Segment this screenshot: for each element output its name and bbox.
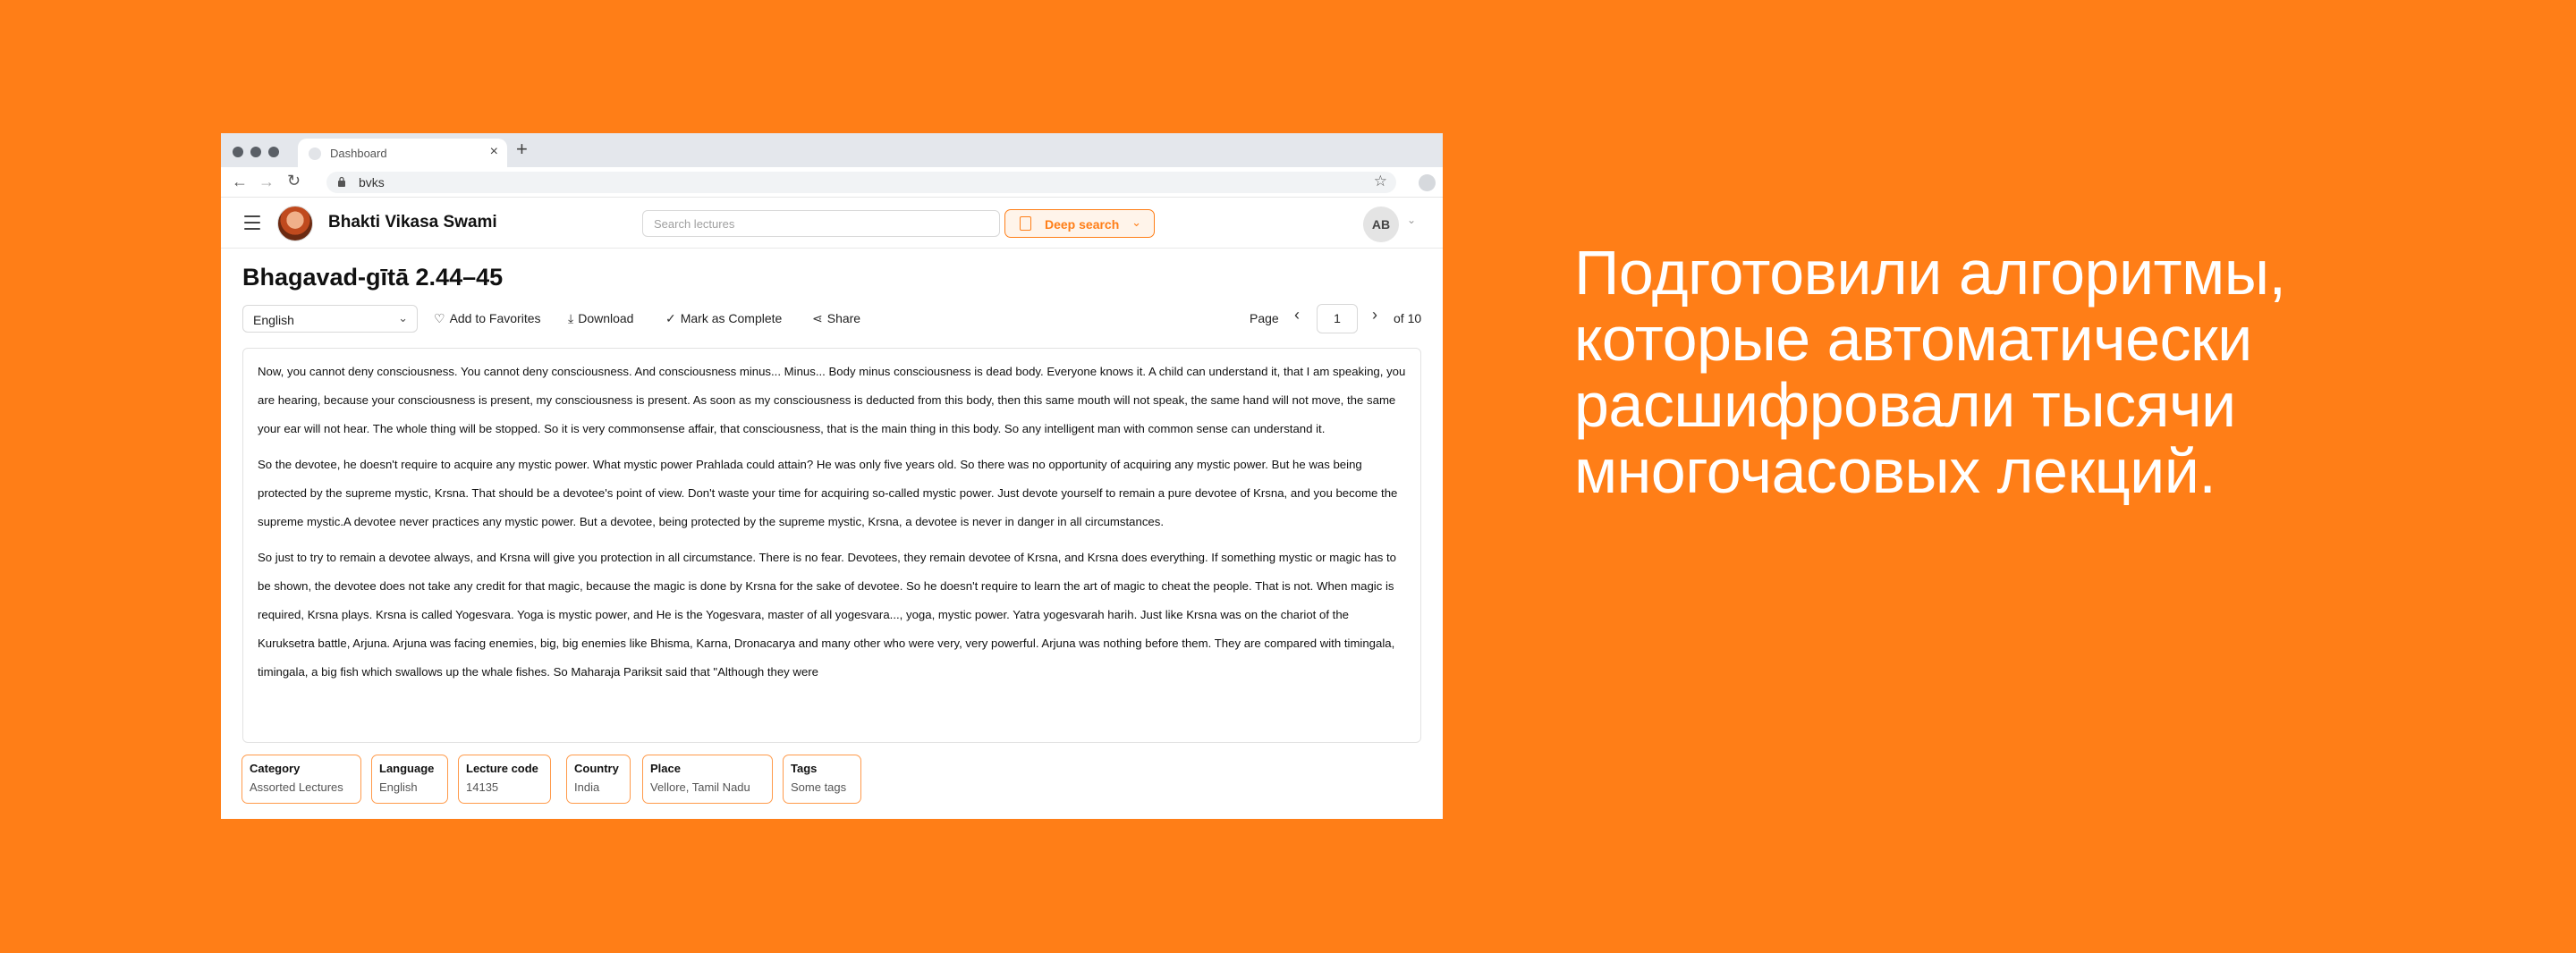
deep-search-button[interactable]: Deep search ⌄ xyxy=(1004,209,1155,238)
transcript-paragraph: Now, you cannot deny consciousness. You … xyxy=(258,365,1406,435)
tab-title: Dashboard xyxy=(330,147,387,160)
meta-card-country: Country India xyxy=(566,755,631,804)
site-avatar xyxy=(277,206,313,241)
tab-close-icon[interactable]: × xyxy=(490,144,498,160)
share-button[interactable]: ⋖ Share xyxy=(812,311,860,326)
meta-card-lecture-code: Lecture code 14135 xyxy=(458,755,551,804)
address-bar-row: ← → ↻ bvks ☆ xyxy=(221,167,1443,198)
add-to-favorites-label: Add to Favorites xyxy=(449,311,541,325)
site-name[interactable]: Bhakti Vikasa Swami xyxy=(328,213,497,232)
headline-line: которые автоматически xyxy=(1574,304,2252,374)
meta-key: Place xyxy=(650,762,681,775)
browser-profile-icon[interactable] xyxy=(1419,174,1436,191)
meta-value: English xyxy=(379,780,418,794)
back-icon[interactable]: ← xyxy=(232,173,248,191)
language-selected: English xyxy=(253,313,294,327)
user-menu-chevron-icon[interactable]: ⌄ xyxy=(1407,214,1416,226)
deep-search-label: Deep search xyxy=(1045,217,1120,232)
meta-value: Some tags xyxy=(791,780,847,794)
chevron-down-icon: ⌄ xyxy=(398,311,408,325)
document-search-icon xyxy=(1020,216,1031,231)
meta-value: Vellore, Tamil Nadu xyxy=(650,780,750,794)
meta-key: Tags xyxy=(791,762,818,775)
download-label: Download xyxy=(578,311,634,325)
download-icon: ⤓ xyxy=(568,311,574,325)
meta-card-category: Category Assorted Lectures xyxy=(242,755,361,804)
user-initials: AB xyxy=(1371,217,1391,232)
app-header: Bhakti Vikasa Swami Search lectures Deep… xyxy=(221,198,1443,249)
next-page-icon[interactable]: › xyxy=(1372,306,1377,325)
language-select[interactable]: English ⌄ xyxy=(242,305,418,333)
headline-line: многочасовых лекций. xyxy=(1574,436,2216,506)
prev-page-icon[interactable]: ‹ xyxy=(1294,306,1300,325)
favicon-icon xyxy=(309,148,321,160)
forward-icon[interactable]: → xyxy=(258,173,275,191)
browser-tab[interactable]: Dashboard × xyxy=(298,139,507,167)
hamburger-menu-icon[interactable] xyxy=(244,215,260,234)
window-maximize-dot[interactable] xyxy=(268,147,279,157)
transcript-paragraph: So just to try to remain a devotee alway… xyxy=(258,551,1396,679)
url-text: bvks xyxy=(359,175,385,190)
bookmark-star-icon[interactable]: ☆ xyxy=(1374,173,1387,190)
transcript-box[interactable]: Now, you cannot deny consciousness. You … xyxy=(242,348,1421,743)
page-label: Page xyxy=(1250,311,1279,325)
page-total: of 10 xyxy=(1394,311,1422,325)
tab-bar: Dashboard × + xyxy=(221,133,1443,167)
meta-key: Category xyxy=(250,762,301,775)
search-placeholder: Search lectures xyxy=(654,217,735,231)
page-title: Bhagavad-gītā 2.44–45 xyxy=(242,264,504,291)
mark-complete-label: Mark as Complete xyxy=(680,311,783,325)
check-icon: ✓ xyxy=(665,311,676,325)
window-close-dot[interactable] xyxy=(233,147,243,157)
search-input[interactable]: Search lectures xyxy=(642,210,1000,237)
user-avatar[interactable]: AB xyxy=(1363,207,1399,242)
meta-key: Country xyxy=(574,762,619,775)
mark-complete-button[interactable]: ✓ Mark as Complete xyxy=(665,311,782,326)
meta-card-tags: Tags Some tags xyxy=(783,755,861,804)
chevron-down-icon: ⌄ xyxy=(1131,215,1141,229)
lecture-content: Bhagavad-gītā 2.44–45 English ⌄ ♡ Add to … xyxy=(221,249,1443,819)
meta-key: Lecture code xyxy=(466,762,538,775)
share-icon: ⋖ xyxy=(812,311,823,325)
headline-line: Подготовили алгоритмы, xyxy=(1574,238,2286,308)
meta-value: 14135 xyxy=(466,780,499,794)
download-button[interactable]: ⤓ Download xyxy=(568,311,633,326)
window-minimize-dot[interactable] xyxy=(250,147,261,157)
add-to-favorites-button[interactable]: ♡ Add to Favorites xyxy=(434,311,541,326)
url-input[interactable]: bvks ☆ xyxy=(326,172,1396,193)
promo-headline: Подготовили алгоритмы, которые автоматич… xyxy=(1574,240,2469,504)
meta-card-place: Place Vellore, Tamil Nadu xyxy=(642,755,773,804)
meta-card-language: Language English xyxy=(371,755,448,804)
meta-value: Assorted Lectures xyxy=(250,780,343,794)
meta-value: India xyxy=(574,780,600,794)
meta-key: Language xyxy=(379,762,435,775)
browser-window: Dashboard × + ← → ↻ bvks ☆ Bhakti Vikasa… xyxy=(221,133,1443,819)
reload-icon[interactable]: ↻ xyxy=(287,172,301,190)
heart-icon: ♡ xyxy=(434,311,445,325)
page-number-input[interactable]: 1 xyxy=(1317,304,1358,333)
share-label: Share xyxy=(826,311,861,325)
new-tab-button[interactable]: + xyxy=(516,138,528,161)
headline-line: расшифровали тысячи xyxy=(1574,370,2236,440)
transcript-paragraph: So the devotee, he doesn't require to ac… xyxy=(258,458,1398,528)
lock-icon xyxy=(338,176,345,187)
